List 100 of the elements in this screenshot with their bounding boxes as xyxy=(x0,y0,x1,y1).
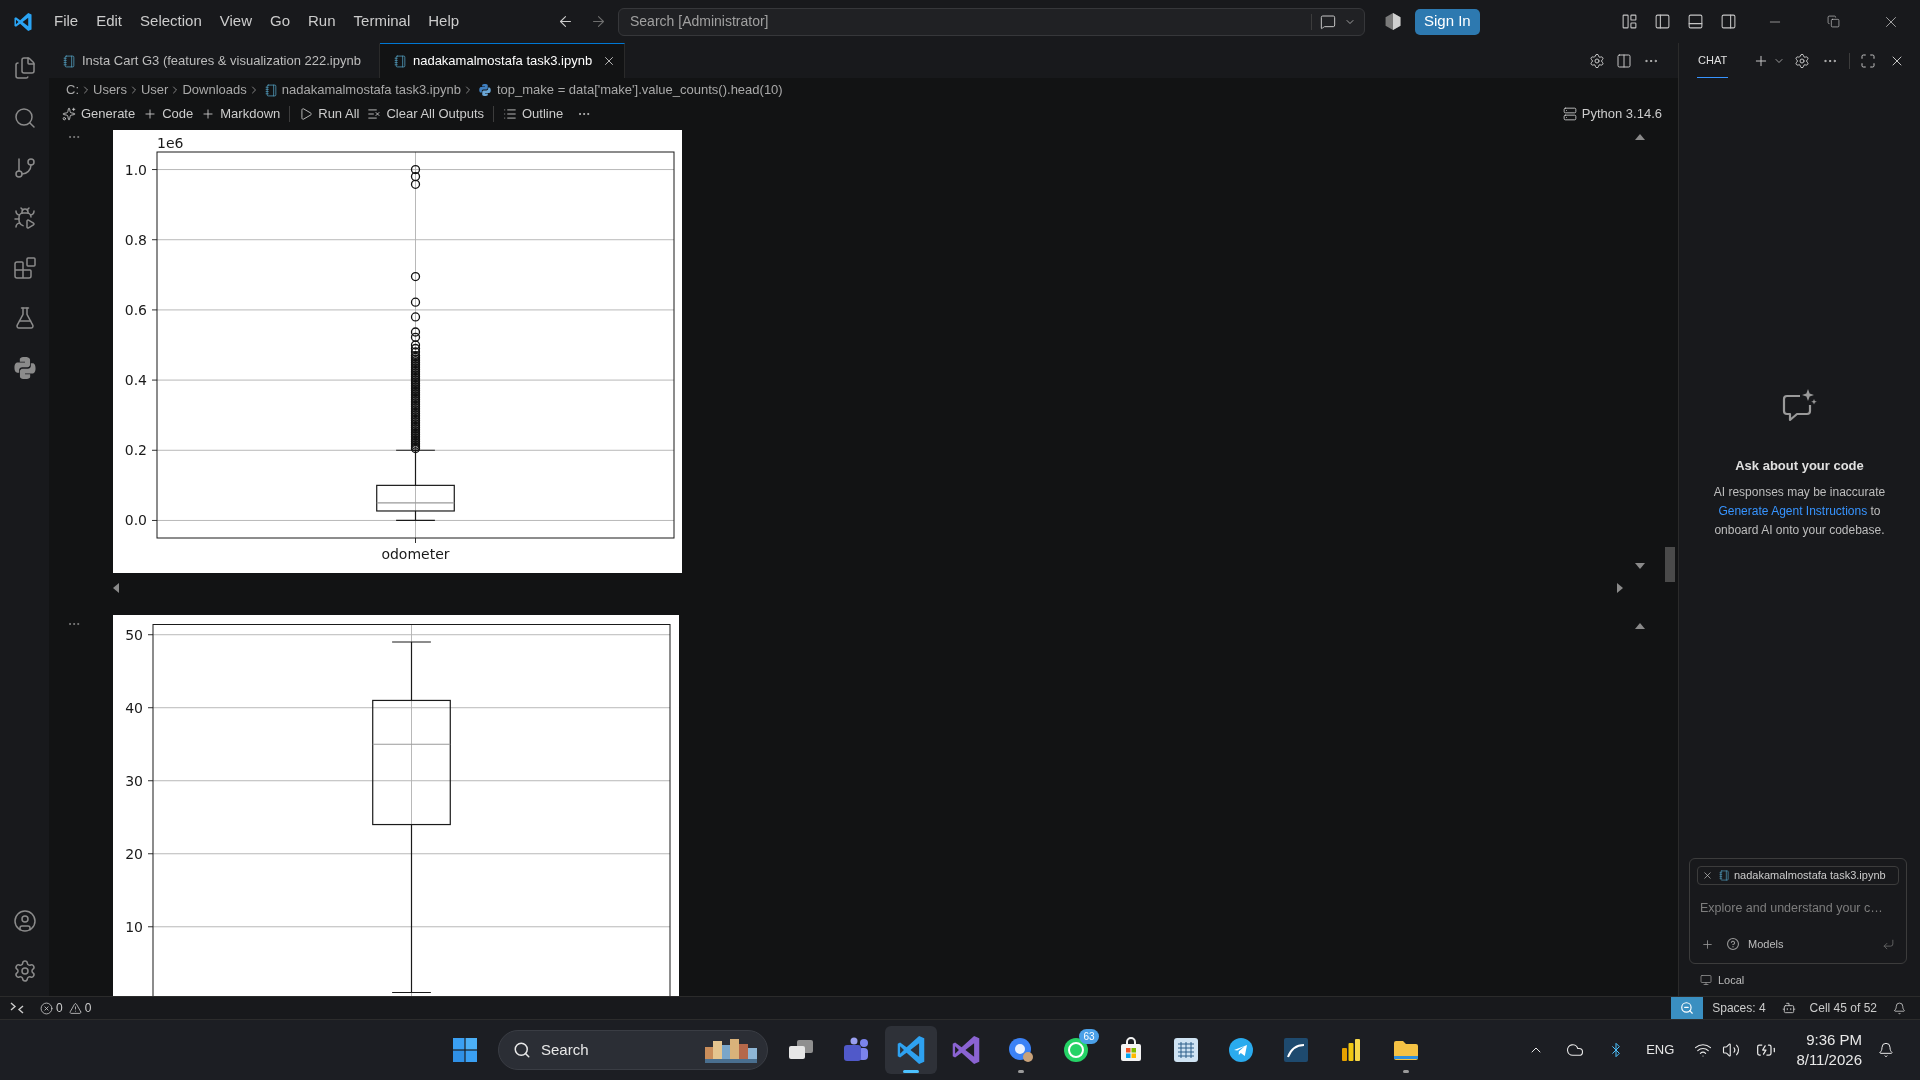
play-bug-icon[interactable] xyxy=(12,206,37,230)
scroll-right-icon[interactable] xyxy=(1617,583,1623,593)
menu-item[interactable]: Terminal xyxy=(344,7,420,36)
taskbar-button[interactable] xyxy=(884,1026,937,1074)
settings-icon[interactable] xyxy=(12,959,37,983)
indentation-status[interactable]: Spaces: 4 xyxy=(1712,999,1766,1017)
python-logo-icon[interactable] xyxy=(13,357,36,379)
branch-icon[interactable] xyxy=(12,156,37,180)
panel-bottom-icon[interactable] xyxy=(1687,13,1704,30)
menu-item[interactable]: File xyxy=(45,7,88,36)
plus-icon[interactable] xyxy=(1701,937,1714,951)
outlier-point xyxy=(410,297,421,307)
person-circle-icon[interactable] xyxy=(12,909,37,933)
context-file-chip[interactable]: nadakamalmostafa task3.ipynb xyxy=(1697,866,1899,885)
agent-instructions-link[interactable]: Generate Agent Instructions xyxy=(1718,504,1868,518)
model-picker[interactable]: Models xyxy=(1748,935,1784,953)
grid-tile-icon xyxy=(1171,1036,1200,1064)
files-icon[interactable] xyxy=(12,56,37,80)
mode-picker[interactable]: Local xyxy=(1700,971,1745,989)
python-logo-icon xyxy=(478,84,491,96)
breadcrumb-item[interactable]: Downloads xyxy=(182,80,247,100)
sign-in-button[interactable]: Sign In xyxy=(1415,8,1480,35)
settings-icon[interactable] xyxy=(1794,52,1810,69)
split-editor-icon[interactable] xyxy=(1616,52,1632,69)
chat-tab[interactable]: CHAT xyxy=(1697,43,1729,78)
scroll-up-icon[interactable] xyxy=(1635,623,1645,629)
tick-label: 0.6 xyxy=(124,301,147,318)
clock-time[interactable]: 9:36 PM xyxy=(1806,1030,1862,1050)
sidebar-left-icon[interactable] xyxy=(1654,13,1671,30)
outlier-point xyxy=(410,327,421,337)
maximize-icon[interactable] xyxy=(1860,52,1876,69)
ribbon-logo-icon xyxy=(896,1036,925,1064)
windows-logo-icon xyxy=(453,1038,477,1062)
outlier-point xyxy=(410,332,421,342)
tick-label: 0.2 xyxy=(124,442,147,459)
menu-item[interactable]: Go xyxy=(261,7,299,36)
settings-icon[interactable] xyxy=(1589,52,1605,69)
toolbar-button[interactable]: Clear All Outputs xyxy=(363,103,488,125)
bell-icon[interactable] xyxy=(1893,1001,1906,1015)
outlier-point xyxy=(410,343,421,354)
editor-tab[interactable]: nadakamalmostafa task3.ipynb xyxy=(379,43,626,78)
people-icon xyxy=(841,1036,870,1064)
toolbar-button[interactable]: Code xyxy=(139,103,198,125)
breadcrumb-item[interactable]: Users xyxy=(93,80,127,100)
notebook-icon xyxy=(264,83,278,97)
play-icon xyxy=(299,107,314,121)
cloud-icon[interactable] xyxy=(1566,1041,1585,1059)
monitor-icon xyxy=(1700,974,1712,986)
bell-icon[interactable] xyxy=(1878,1042,1894,1058)
error-count: 0 xyxy=(56,1000,63,1017)
tick-label: 0.4 xyxy=(124,372,147,389)
language-button[interactable]: ENG xyxy=(1646,1040,1675,1060)
chat-disclaimer: AI responses may be inaccurate Generate Agent Instructions to onboard AI onto your codebase. xyxy=(1712,484,1887,539)
notebook-icon xyxy=(1719,870,1730,881)
scroll-left-icon[interactable] xyxy=(113,583,119,593)
problems-button[interactable]: 0 0 xyxy=(40,999,92,1017)
help-circle-icon[interactable] xyxy=(1727,938,1739,950)
search-field[interactable]: Search xyxy=(498,1030,768,1070)
toolbar-button[interactable]: Run All xyxy=(295,103,364,125)
chat-input-field[interactable]: Explore and understand your c… xyxy=(1697,897,1899,919)
sidebar-right-icon[interactable] xyxy=(1720,13,1737,30)
clock-date[interactable]: 8/11/2026 xyxy=(1796,1050,1862,1070)
layout-icon[interactable] xyxy=(1621,13,1638,30)
robot-icon[interactable] xyxy=(1781,1001,1796,1015)
hexagon-icon[interactable] xyxy=(1385,13,1401,30)
tick-label: 30 xyxy=(125,772,143,789)
warning-icon xyxy=(68,1001,82,1015)
breadcrumb-item[interactable]: nadakamalmostafa task3.ipynb xyxy=(281,80,461,100)
menu-item[interactable]: View xyxy=(210,7,261,36)
scroll-up-icon[interactable] xyxy=(1635,134,1645,140)
unread-count-badge: 63 xyxy=(1079,1029,1099,1044)
breadcrumb-item[interactable]: top_make = data['make'].value_counts().head(10) xyxy=(496,80,783,100)
toolbar-button[interactable]: Outline xyxy=(499,103,568,125)
toolbar-button[interactable]: Generate xyxy=(58,103,140,125)
tick-label: 50 xyxy=(125,626,143,643)
volume-icon[interactable] xyxy=(1722,1041,1741,1059)
breadcrumb-item[interactable]: C: xyxy=(66,80,79,100)
cell-position-status[interactable]: Cell 45 of 52 xyxy=(1809,999,1877,1017)
buildings-illustration xyxy=(705,1037,757,1063)
breadcrumb-item[interactable]: User xyxy=(140,80,169,100)
chat-icon[interactable] xyxy=(1320,13,1336,30)
curve-tile-icon xyxy=(1281,1036,1310,1064)
menu-item[interactable]: Help xyxy=(419,7,469,36)
restore-icon[interactable] xyxy=(1826,15,1840,28)
scrollbar-thumb[interactable] xyxy=(1665,547,1675,582)
search-icon[interactable] xyxy=(12,106,37,130)
remote-connection-icon[interactable] xyxy=(10,1002,24,1014)
sparkles-icon xyxy=(62,107,76,121)
paper-plane-icon xyxy=(1226,1036,1255,1064)
menu-item[interactable]: Run xyxy=(299,7,345,36)
zoom-button[interactable] xyxy=(1671,997,1704,1019)
close-icon[interactable] xyxy=(1702,870,1713,881)
search-icon xyxy=(513,1041,531,1059)
blocks-icon[interactable] xyxy=(12,256,37,280)
menu-item[interactable]: Selection xyxy=(131,7,211,36)
scroll-down-icon[interactable] xyxy=(1635,563,1645,569)
kernel-picker[interactable]: Python 3.14.6 xyxy=(1562,104,1662,124)
search-field[interactable]: Search [Administrator] xyxy=(618,7,1365,36)
toolbar-button[interactable]: Markdown xyxy=(197,103,285,125)
menu-item[interactable]: Edit xyxy=(87,7,132,36)
